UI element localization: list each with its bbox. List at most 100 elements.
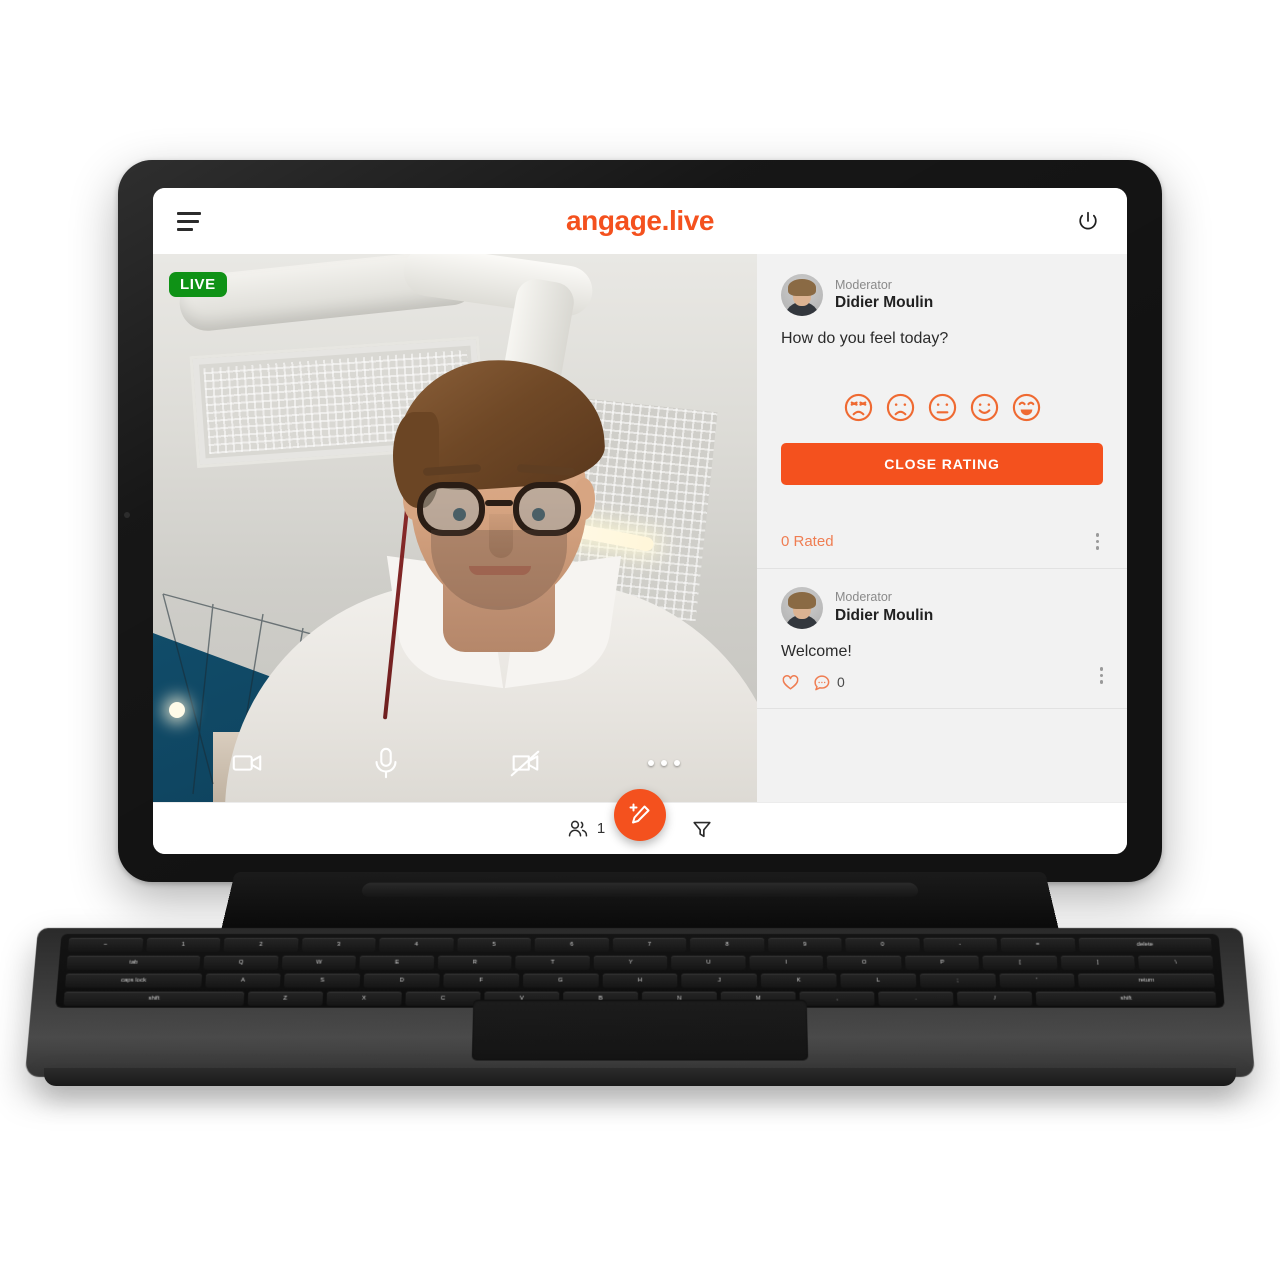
rated-count-label: 0 Rated <box>781 532 834 550</box>
device-camera-dot <box>124 512 130 518</box>
video-participant <box>225 282 757 802</box>
poll-card: Moderator Didier Moulin How do you feel … <box>757 254 1127 501</box>
key[interactable]: K <box>760 973 837 988</box>
rating-very-happy-icon[interactable] <box>1011 392 1042 423</box>
key[interactable]: Z <box>247 991 323 1006</box>
key-tab[interactable]: tab <box>66 955 201 970</box>
video-controls-bar <box>153 740 757 786</box>
key[interactable]: T <box>515 955 590 970</box>
poll-author-name: Didier Moulin <box>835 294 934 312</box>
key[interactable]: = <box>1000 937 1076 952</box>
key[interactable]: A <box>204 973 282 988</box>
filter-button[interactable] <box>691 818 713 840</box>
key[interactable]: 7 <box>612 937 687 952</box>
message-author: Moderator Didier Moulin <box>781 586 1103 629</box>
device-hinge <box>220 872 1060 933</box>
key[interactable]: R <box>437 955 512 970</box>
rating-happy-icon[interactable] <box>969 392 1000 423</box>
chat-message: Moderator Didier Moulin Welcome! 0 <box>757 569 1127 709</box>
key[interactable]: P <box>904 955 980 970</box>
key[interactable]: ~ <box>68 937 143 952</box>
key[interactable]: E <box>359 955 435 970</box>
rating-emoji-row <box>781 392 1103 423</box>
comment-icon <box>814 674 830 690</box>
key[interactable]: \ <box>1138 955 1214 970</box>
key[interactable]: D <box>363 973 440 988</box>
rating-angry-icon[interactable] <box>843 392 874 423</box>
key[interactable]: J <box>681 973 758 988</box>
key[interactable]: 9 <box>767 937 842 952</box>
key[interactable]: L <box>840 973 917 988</box>
video-stream[interactable]: LIVE <box>153 254 757 802</box>
screen-share-off-icon[interactable] <box>502 740 548 786</box>
key[interactable]: X <box>326 991 402 1006</box>
rated-status-row: 0 Rated <box>757 501 1127 569</box>
key-shift-left[interactable]: shift <box>63 991 245 1006</box>
screenshot-stage: angage.live LIVE Moderator Didier Moulin… <box>0 0 1280 1280</box>
key[interactable]: H <box>602 973 678 988</box>
close-rating-button[interactable]: CLOSE RATING <box>781 443 1103 485</box>
message-author-role: Moderator <box>835 590 892 604</box>
key[interactable]: , <box>799 991 875 1006</box>
key[interactable]: 1 <box>145 937 221 952</box>
app-header: angage.live <box>153 188 1127 254</box>
keyboard-row: ~ 1 2 3 4 5 6 7 8 9 0 - = delete <box>60 937 1220 952</box>
key[interactable]: F <box>443 973 520 988</box>
more-vertical-icon[interactable] <box>1092 529 1104 554</box>
app-body: LIVE Moderator Didier Moulin How do you … <box>153 254 1127 802</box>
key-caps-lock[interactable]: caps lock <box>65 973 202 988</box>
key[interactable]: G <box>522 973 599 988</box>
poll-question: How do you feel today? <box>781 330 949 347</box>
key[interactable]: ] <box>1060 955 1136 970</box>
more-horizontal-icon[interactable] <box>641 740 687 786</box>
heart-icon <box>782 674 799 690</box>
key[interactable]: W <box>281 955 357 970</box>
key[interactable]: 8 <box>690 937 765 952</box>
key[interactable]: Q <box>203 955 279 970</box>
compose-fab-button[interactable] <box>614 789 666 841</box>
video-camera-icon[interactable] <box>224 740 270 786</box>
key-shift-right[interactable]: shift <box>1035 991 1217 1006</box>
video-scene <box>153 254 757 802</box>
key[interactable]: ; <box>919 973 996 988</box>
rating-neutral-icon[interactable] <box>927 392 958 423</box>
key[interactable]: [ <box>982 955 1058 970</box>
key[interactable]: C <box>405 991 481 1006</box>
key[interactable]: 5 <box>456 937 531 952</box>
key[interactable]: / <box>957 991 1033 1006</box>
key-return[interactable]: return <box>1078 973 1215 988</box>
keyboard-front-lip <box>44 1068 1236 1086</box>
message-text: Welcome! <box>781 642 852 660</box>
comment-count: 0 <box>837 674 845 690</box>
message-author-name: Didier Moulin <box>835 606 934 624</box>
trackpad[interactable] <box>471 999 809 1061</box>
key[interactable]: 0 <box>845 937 920 952</box>
key[interactable]: - <box>922 937 998 952</box>
key-delete[interactable]: delete <box>1078 937 1212 952</box>
participants-button[interactable]: 1 <box>567 818 605 840</box>
poll-author-role: Moderator <box>835 277 892 292</box>
key[interactable]: 3 <box>301 937 376 952</box>
avatar <box>781 586 823 629</box>
key[interactable]: 6 <box>534 937 609 952</box>
key[interactable]: 4 <box>379 937 454 952</box>
key[interactable]: . <box>878 991 954 1006</box>
key[interactable]: 2 <box>223 937 299 952</box>
app-brand-title: angage.live <box>565 205 715 236</box>
more-vertical-icon[interactable] <box>1096 663 1108 688</box>
key[interactable]: S <box>284 973 361 988</box>
key[interactable]: U <box>671 955 746 970</box>
compose-pencil-icon <box>629 803 650 824</box>
key[interactable]: O <box>827 955 902 970</box>
microphone-icon[interactable] <box>363 740 409 786</box>
key[interactable]: Y <box>593 955 668 970</box>
hamburger-menu-icon[interactable] <box>177 211 205 231</box>
power-icon[interactable] <box>1073 206 1103 236</box>
like-button[interactable] <box>781 673 800 692</box>
key[interactable]: ' <box>998 973 1076 988</box>
comment-button[interactable]: 0 <box>812 673 845 692</box>
live-badge: LIVE <box>169 272 227 297</box>
rating-sad-icon[interactable] <box>885 392 916 423</box>
filter-icon <box>693 821 711 837</box>
key[interactable]: I <box>749 955 824 970</box>
